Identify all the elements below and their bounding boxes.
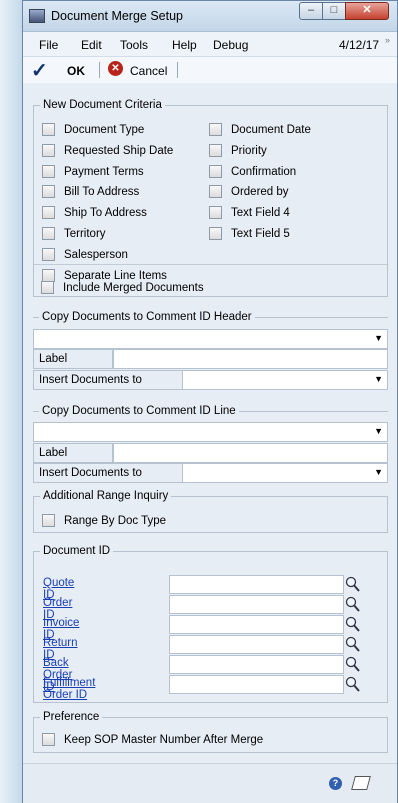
cancel-icon[interactable]: ✕: [108, 61, 123, 76]
cancel-button[interactable]: Cancel: [130, 64, 167, 78]
checkbox-bill-to-address[interactable]: Bill To Address: [42, 185, 139, 198]
lookup-icon[interactable]: [345, 655, 361, 674]
status-footer: ?: [23, 763, 397, 803]
comment-header-group: Copy Documents to Comment ID Header: [33, 311, 388, 323]
checkbox-document-type[interactable]: Document Type: [42, 123, 144, 136]
dropdown-arrow-icon[interactable]: ▼: [374, 426, 383, 436]
fulfillment-order-id-link[interactable]: Fulfillment Order ID: [43, 677, 95, 701]
checkbox-document-date[interactable]: Document Date: [209, 123, 311, 136]
group-title: Additional Range Inquiry: [40, 490, 172, 502]
back-order-id-field[interactable]: [169, 655, 344, 674]
checkbox-confirmation[interactable]: Confirmation: [209, 165, 296, 178]
checkbox-include-merged-documents[interactable]: Include Merged Documents: [41, 281, 204, 294]
menu-tools[interactable]: Tools: [120, 38, 148, 52]
toolbar-separator: [99, 62, 100, 78]
checkbox-text-field-4[interactable]: Text Field 4: [209, 206, 290, 219]
lookup-icon[interactable]: [345, 635, 361, 654]
lookup-icon[interactable]: [345, 615, 361, 634]
label-caption: Label: [33, 443, 113, 463]
checkbox-ordered-by[interactable]: Ordered by: [209, 185, 289, 198]
menu-debug[interactable]: Debug: [213, 38, 248, 52]
checkbox-keep-sop-master-number[interactable]: Keep SOP Master Number After Merge: [42, 733, 263, 746]
menu-edit[interactable]: Edit: [81, 38, 102, 52]
menu-bar: File Edit Tools Help Debug 4/12/17 »: [23, 32, 397, 57]
comment-id-line-dropdown[interactable]: ▼: [33, 422, 388, 442]
group-title: New Document Criteria: [40, 99, 165, 111]
menu-file[interactable]: File: [39, 38, 58, 52]
invoice-id-field[interactable]: [169, 615, 344, 634]
minimize-button[interactable]: –: [299, 2, 323, 20]
check-icon[interactable]: ✓: [31, 58, 48, 83]
preference-group: Preference Keep SOP Master Number After …: [33, 711, 388, 753]
note-icon[interactable]: [351, 776, 371, 790]
header-insert-documents-dropdown[interactable]: Insert Documents to ▼: [33, 370, 388, 390]
order-id-field[interactable]: [169, 595, 344, 614]
checkbox-text-field-5[interactable]: Text Field 5: [209, 227, 290, 240]
comment-line-group: Copy Documents to Comment ID Line: [33, 405, 388, 417]
dropdown-arrow-icon[interactable]: ▼: [374, 467, 383, 477]
dropdown-arrow-icon[interactable]: ▼: [374, 333, 383, 343]
close-button[interactable]: ✕: [345, 2, 389, 20]
checkbox-range-by-doc-type[interactable]: Range By Doc Type: [42, 514, 166, 527]
divider: [34, 264, 387, 265]
comment-id-header-dropdown[interactable]: ▼: [33, 329, 388, 349]
checkbox-payment-terms[interactable]: Payment Terms: [42, 165, 144, 178]
additional-range-inquiry-group: Additional Range Inquiry Range By Doc Ty…: [33, 490, 388, 533]
ok-button[interactable]: OK: [67, 64, 85, 78]
group-title: Document ID: [40, 545, 114, 557]
checkbox-priority[interactable]: Priority: [209, 144, 267, 157]
new-document-criteria-group: New Document Criteria Document Type Requ…: [33, 99, 388, 297]
line-label-field[interactable]: [113, 443, 388, 463]
app-icon: [29, 9, 45, 23]
document-merge-setup-window: Document Merge Setup – □ ✕ File Edit Too…: [22, 0, 398, 803]
user-date: 4/12/17: [339, 38, 380, 52]
maximize-button[interactable]: □: [322, 2, 346, 20]
toolbar-separator: [177, 62, 178, 78]
checkbox-requested-ship-date[interactable]: Requested Ship Date: [42, 144, 173, 157]
window-title: Document Merge Setup: [51, 9, 184, 23]
lookup-icon[interactable]: [345, 675, 361, 694]
checkbox-salesperson[interactable]: Salesperson: [42, 248, 128, 261]
help-icon[interactable]: ?: [329, 777, 342, 790]
return-id-field[interactable]: [169, 635, 344, 654]
dropdown-arrow-icon[interactable]: ▼: [374, 374, 383, 384]
line-insert-documents-dropdown[interactable]: Insert Documents to ▼: [33, 463, 388, 483]
form-content: New Document Criteria Document Type Requ…: [23, 83, 397, 763]
quote-id-field[interactable]: [169, 575, 344, 594]
fulfillment-order-id-field[interactable]: [169, 675, 344, 694]
insert-documents-caption: Insert Documents to: [34, 464, 183, 482]
insert-documents-caption: Insert Documents to: [34, 371, 183, 389]
label-caption: Label: [33, 349, 113, 369]
lookup-icon[interactable]: [345, 595, 361, 614]
group-title: Copy Documents to Comment ID Line: [39, 405, 239, 417]
group-title: Copy Documents to Comment ID Header: [39, 311, 255, 323]
toolbar: ✓ OK ✕ Cancel: [23, 57, 397, 84]
chevron-right-icon[interactable]: »: [385, 35, 390, 45]
lookup-icon[interactable]: [345, 575, 361, 594]
group-title: Preference: [40, 711, 103, 723]
checkbox-territory[interactable]: Territory: [42, 227, 106, 240]
checkbox-ship-to-address[interactable]: Ship To Address: [42, 206, 147, 219]
title-bar: Document Merge Setup – □ ✕: [23, 1, 397, 32]
header-label-field[interactable]: [113, 349, 388, 369]
menu-help[interactable]: Help: [172, 38, 197, 52]
